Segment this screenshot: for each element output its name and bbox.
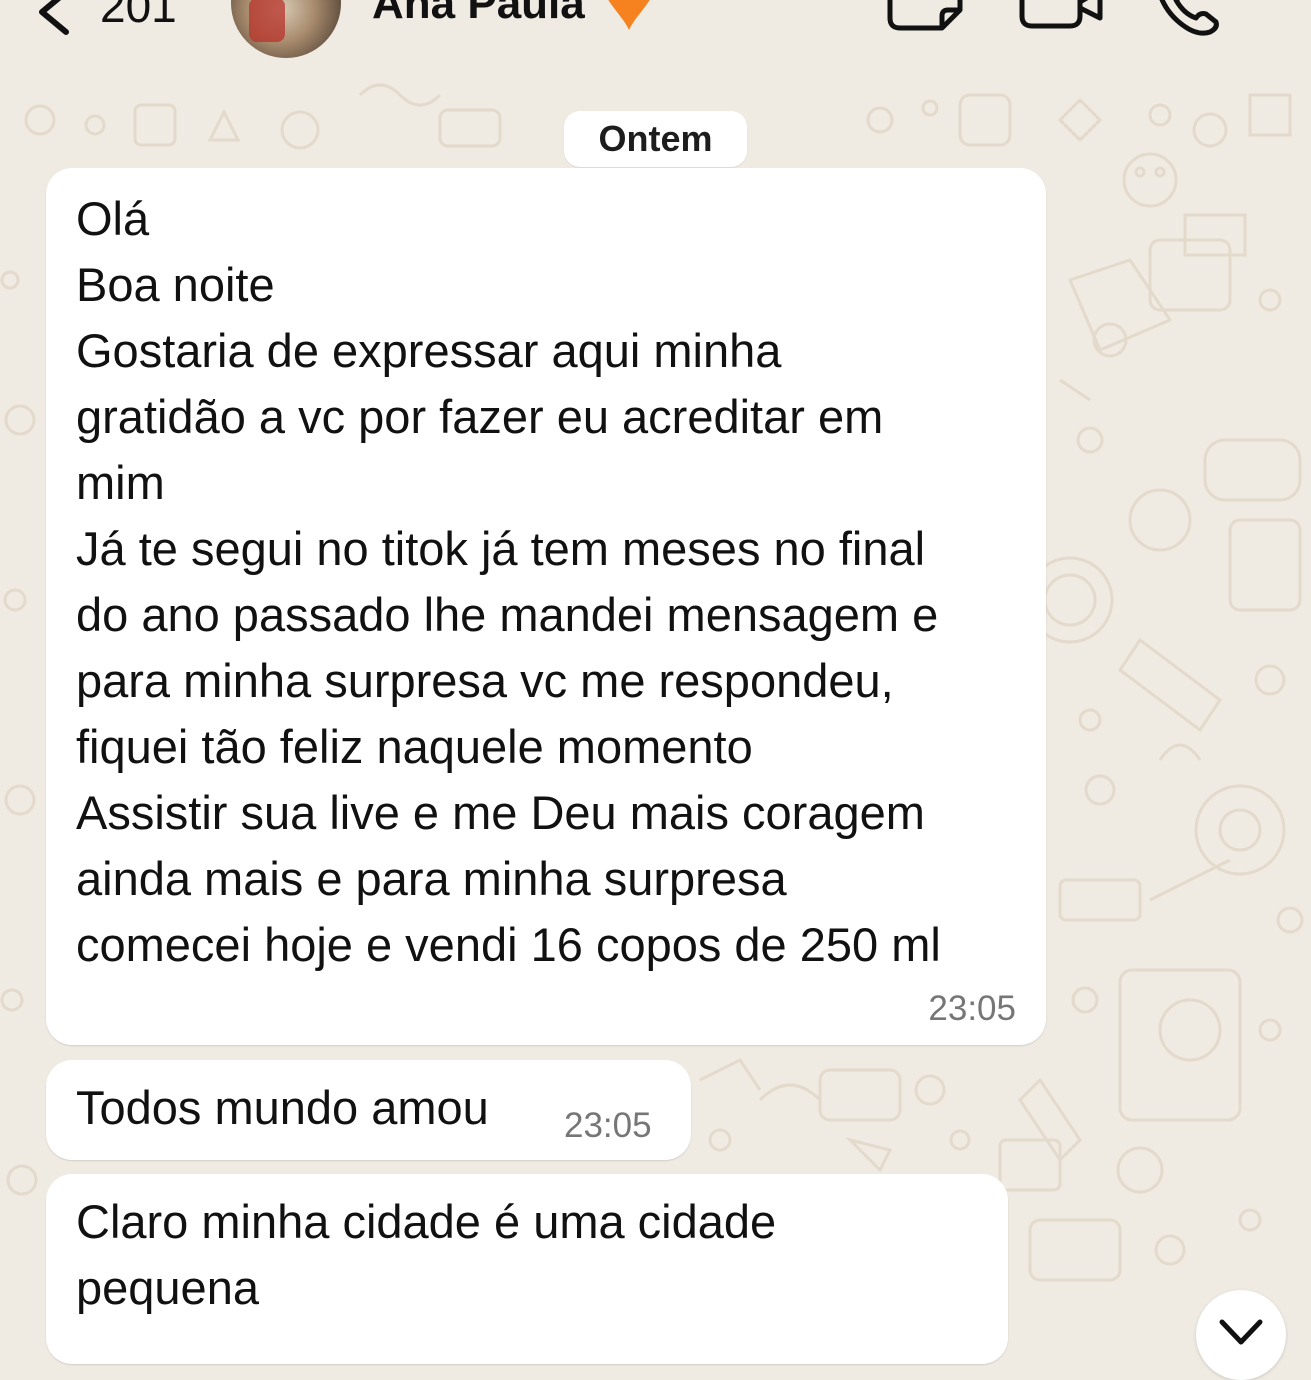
message-line: mim — [76, 456, 165, 509]
message-line: para minha surpresa vc me respondeu, — [76, 654, 894, 707]
message-line: comecei hoje e vendi 16 copos de 250 ml — [76, 918, 941, 971]
sticker-icon[interactable] — [884, 0, 966, 36]
message-line: Já te segui no titok já tem meses no fin… — [76, 522, 926, 575]
message-line: Assistir sua live e me Deu mais coragem — [76, 786, 925, 839]
scroll-to-bottom-button[interactable] — [1196, 1290, 1286, 1380]
message-line: pequena — [76, 1261, 259, 1314]
avatar[interactable] — [231, 0, 341, 58]
message-text: Olá Boa noite Gostaria de expressar aqui… — [76, 186, 941, 978]
chat-header: 201 Ana Paula — [0, 0, 1311, 62]
phone-icon[interactable] — [1154, 0, 1224, 38]
message-line: Claro minha cidade é uma cidade — [76, 1195, 777, 1248]
unread-count[interactable]: 201 — [100, 0, 177, 34]
date-separator: Ontem — [564, 111, 747, 167]
orange-heart-icon — [608, 0, 650, 30]
message-line: Olá — [76, 192, 150, 245]
message-timestamp: 23:05 — [928, 989, 1016, 1028]
message-line: ainda mais e para minha surpresa — [76, 852, 787, 905]
message-line: Todos mundo amou — [76, 1081, 489, 1134]
message-line: Boa noite — [76, 258, 275, 311]
message-text: Claro minha cidade é uma cidade pequena — [76, 1189, 776, 1321]
video-call-icon[interactable] — [1016, 0, 1106, 34]
message-line: Gostaria de expressar aqui minha — [76, 324, 782, 377]
chevron-left-icon[interactable] — [30, 0, 74, 36]
chevron-down-icon — [1219, 1319, 1263, 1345]
message-line: fiquei tão feliz naquele momento — [76, 720, 753, 773]
message-timestamp: 23:05 — [564, 1106, 652, 1145]
contact-name[interactable]: Ana Paula — [372, 0, 585, 32]
message-text: Todos mundo amou — [76, 1075, 489, 1141]
incoming-message-bubble[interactable]: Claro minha cidade é uma cidade pequena — [46, 1174, 1008, 1364]
incoming-message-bubble[interactable]: Olá Boa noite Gostaria de expressar aqui… — [46, 168, 1046, 1045]
message-line: gratidão a vc por fazer eu acreditar em — [76, 390, 884, 443]
message-line: do ano passado lhe mandei mensagem e — [76, 588, 939, 641]
incoming-message-bubble[interactable]: Todos mundo amou 23:05 — [46, 1060, 691, 1160]
